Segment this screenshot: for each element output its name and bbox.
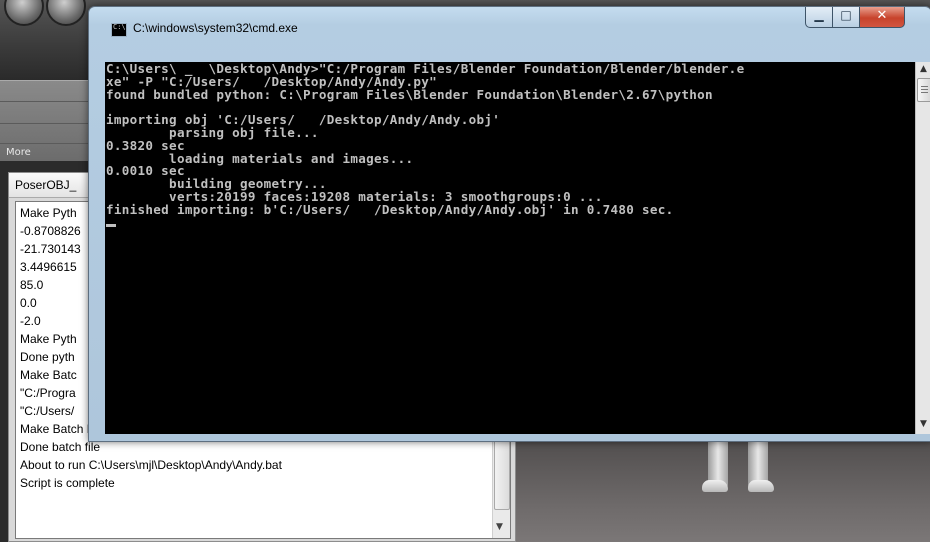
more-tab[interactable]: More — [6, 147, 31, 158]
panel-title: PoserOBJ_ — [15, 178, 77, 192]
minimize-button[interactable]: ▁ — [805, 7, 833, 28]
minimize-icon: ▁ — [814, 8, 824, 22]
log-line: 3.4496615 — [20, 260, 77, 274]
figure-foot — [748, 480, 774, 492]
scroll-down-icon[interactable]: ▼ — [496, 522, 503, 532]
log-line: -2.0 — [20, 314, 41, 328]
console-output: C:\Users\ _ \Desktop\Andy>"C:/Program Fi… — [106, 62, 745, 217]
dial-icon[interactable] — [46, 0, 86, 26]
close-icon: ✕ — [876, 8, 888, 23]
log-line: "C:/Users/ — [20, 404, 75, 418]
log-line: 0.0 — [20, 296, 37, 310]
3d-viewport[interactable] — [516, 430, 930, 542]
cmd-icon[interactable]: C:\ — [111, 23, 127, 37]
window-title: C:\windows\system32\cmd.exe — [133, 21, 298, 35]
cmd-window: C:\ C:\windows\system32\cmd.exe ▁ □ ✕ C:… — [88, 6, 930, 442]
text-cursor — [106, 223, 116, 227]
figure-foot — [702, 480, 728, 492]
log-line: Make Pyth — [20, 206, 77, 220]
dial-icon[interactable] — [4, 0, 44, 26]
poser-side-strip: More — [0, 80, 100, 161]
log-line: -21.730143 — [20, 242, 81, 256]
scroll-thumb[interactable] — [917, 78, 930, 102]
log-line: -0.8708826 — [20, 224, 81, 238]
log-line: Script is complete — [20, 476, 115, 490]
scroll-up-icon[interactable]: ▲ — [920, 64, 927, 74]
maximize-button[interactable]: □ — [832, 7, 860, 28]
cmd-titlebar[interactable]: C:\ C:\windows\system32\cmd.exe ▁ □ ✕ — [89, 7, 930, 43]
log-line: Make Batc — [20, 368, 77, 382]
scroll-down-icon[interactable]: ▼ — [920, 419, 927, 429]
close-button[interactable]: ✕ — [859, 7, 905, 28]
log-line: Done batch file — [20, 440, 101, 454]
maximize-icon: □ — [840, 8, 852, 22]
log-line: Done pyth — [20, 350, 75, 364]
console-area[interactable]: C:\Users\ _ \Desktop\Andy>"C:/Program Fi… — [105, 62, 915, 434]
log-line: "C:/Progra — [20, 386, 76, 400]
log-line: About to run C:\Users\mjl\Desktop\Andy\A… — [20, 458, 282, 472]
console-scrollbar[interactable]: ▲ ▼ — [915, 62, 930, 434]
log-line: Make Pyth — [20, 332, 77, 346]
log-line: 85.0 — [20, 278, 44, 292]
